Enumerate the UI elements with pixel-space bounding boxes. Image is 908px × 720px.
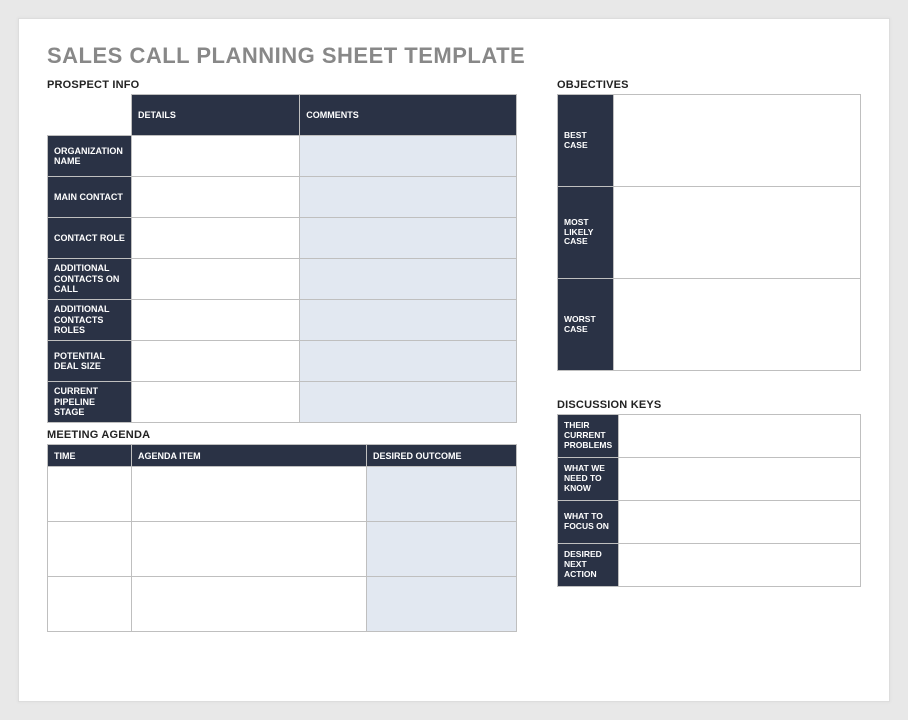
details-cell[interactable] bbox=[132, 300, 300, 341]
page-title: SALES CALL PLANNING SHEET TEMPLATE bbox=[47, 43, 861, 69]
value-cell[interactable] bbox=[614, 279, 861, 371]
objectives-section-label: OBJECTIVES bbox=[557, 79, 861, 91]
comments-cell[interactable] bbox=[300, 300, 517, 341]
time-cell[interactable] bbox=[48, 577, 132, 632]
comments-cell[interactable] bbox=[300, 177, 517, 218]
table-row: WHAT WE NEED TO KNOW bbox=[558, 458, 861, 501]
agenda-section-label: MEETING AGENDA bbox=[47, 429, 517, 441]
outcome-header: DESIRED OUTCOME bbox=[367, 445, 517, 467]
table-row: CURRENT PIPELINE STAGE bbox=[48, 382, 517, 423]
agenda-table: TIME AGENDA ITEM DESIRED OUTCOME bbox=[47, 444, 517, 632]
table-row: BEST CASE bbox=[558, 95, 861, 187]
agenda-header-row: TIME AGENDA ITEM DESIRED OUTCOME bbox=[48, 445, 517, 467]
time-cell[interactable] bbox=[48, 522, 132, 577]
outcome-cell[interactable] bbox=[367, 467, 517, 522]
row-label: ORGANIZATION NAME bbox=[48, 136, 132, 177]
comments-cell[interactable] bbox=[300, 218, 517, 259]
details-cell[interactable] bbox=[132, 177, 300, 218]
details-header: DETAILS bbox=[132, 95, 300, 136]
right-column: OBJECTIVES BEST CASE MOST LIKELY CASE WO… bbox=[557, 73, 861, 632]
comments-header: COMMENTS bbox=[300, 95, 517, 136]
row-label: BEST CASE bbox=[558, 95, 614, 187]
row-label: ADDITIONAL CONTACTS ON CALL bbox=[48, 259, 132, 300]
prospect-section-label: PROSPECT INFO bbox=[47, 79, 517, 91]
item-header: AGENDA ITEM bbox=[132, 445, 367, 467]
item-cell[interactable] bbox=[132, 522, 367, 577]
details-cell[interactable] bbox=[132, 218, 300, 259]
row-label: DESIRED NEXT ACTION bbox=[558, 544, 619, 587]
table-row: THEIR CURRENT PROBLEMS bbox=[558, 415, 861, 458]
table-row: ADDITIONAL CONTACTS ROLES bbox=[48, 300, 517, 341]
time-header: TIME bbox=[48, 445, 132, 467]
table-row: DESIRED NEXT ACTION bbox=[558, 544, 861, 587]
table-row bbox=[48, 577, 517, 632]
details-cell[interactable] bbox=[132, 259, 300, 300]
prospect-table: DETAILS COMMENTS ORGANIZATION NAME MAIN … bbox=[47, 94, 517, 423]
prospect-header-row: DETAILS COMMENTS bbox=[48, 95, 517, 136]
row-label: CURRENT PIPELINE STAGE bbox=[48, 382, 132, 423]
item-cell[interactable] bbox=[132, 467, 367, 522]
columns-wrapper: PROSPECT INFO DETAILS COMMENTS ORGANIZAT… bbox=[47, 73, 861, 632]
table-row bbox=[48, 522, 517, 577]
value-cell[interactable] bbox=[619, 415, 861, 458]
table-row: ADDITIONAL CONTACTS ON CALL bbox=[48, 259, 517, 300]
table-row: WHAT TO FOCUS ON bbox=[558, 501, 861, 544]
value-cell[interactable] bbox=[619, 544, 861, 587]
value-cell[interactable] bbox=[614, 187, 861, 279]
details-cell[interactable] bbox=[132, 382, 300, 423]
row-label: MAIN CONTACT bbox=[48, 177, 132, 218]
item-cell[interactable] bbox=[132, 577, 367, 632]
objectives-table: BEST CASE MOST LIKELY CASE WORST CASE bbox=[557, 94, 861, 371]
row-label: ADDITIONAL CONTACTS ROLES bbox=[48, 300, 132, 341]
row-label: THEIR CURRENT PROBLEMS bbox=[558, 415, 619, 458]
row-label: CONTACT ROLE bbox=[48, 218, 132, 259]
value-cell[interactable] bbox=[619, 458, 861, 501]
time-cell[interactable] bbox=[48, 467, 132, 522]
discussion-section-label: DISCUSSION KEYS bbox=[557, 399, 861, 411]
left-column: PROSPECT INFO DETAILS COMMENTS ORGANIZAT… bbox=[47, 73, 517, 632]
table-row: POTENTIAL DEAL SIZE bbox=[48, 341, 517, 382]
table-row bbox=[48, 467, 517, 522]
row-label: POTENTIAL DEAL SIZE bbox=[48, 341, 132, 382]
outcome-cell[interactable] bbox=[367, 577, 517, 632]
row-label: WHAT TO FOCUS ON bbox=[558, 501, 619, 544]
details-cell[interactable] bbox=[132, 341, 300, 382]
comments-cell[interactable] bbox=[300, 382, 517, 423]
value-cell[interactable] bbox=[619, 501, 861, 544]
comments-cell[interactable] bbox=[300, 259, 517, 300]
table-row: MOST LIKELY CASE bbox=[558, 187, 861, 279]
row-label: MOST LIKELY CASE bbox=[558, 187, 614, 279]
comments-cell[interactable] bbox=[300, 136, 517, 177]
table-row: MAIN CONTACT bbox=[48, 177, 517, 218]
table-row: ORGANIZATION NAME bbox=[48, 136, 517, 177]
discussion-table: THEIR CURRENT PROBLEMS WHAT WE NEED TO K… bbox=[557, 414, 861, 587]
details-cell[interactable] bbox=[132, 136, 300, 177]
table-row: WORST CASE bbox=[558, 279, 861, 371]
value-cell[interactable] bbox=[614, 95, 861, 187]
table-row: CONTACT ROLE bbox=[48, 218, 517, 259]
outcome-cell[interactable] bbox=[367, 522, 517, 577]
row-label: WORST CASE bbox=[558, 279, 614, 371]
document-page: SALES CALL PLANNING SHEET TEMPLATE PROSP… bbox=[18, 18, 890, 702]
row-label: WHAT WE NEED TO KNOW bbox=[558, 458, 619, 501]
comments-cell[interactable] bbox=[300, 341, 517, 382]
